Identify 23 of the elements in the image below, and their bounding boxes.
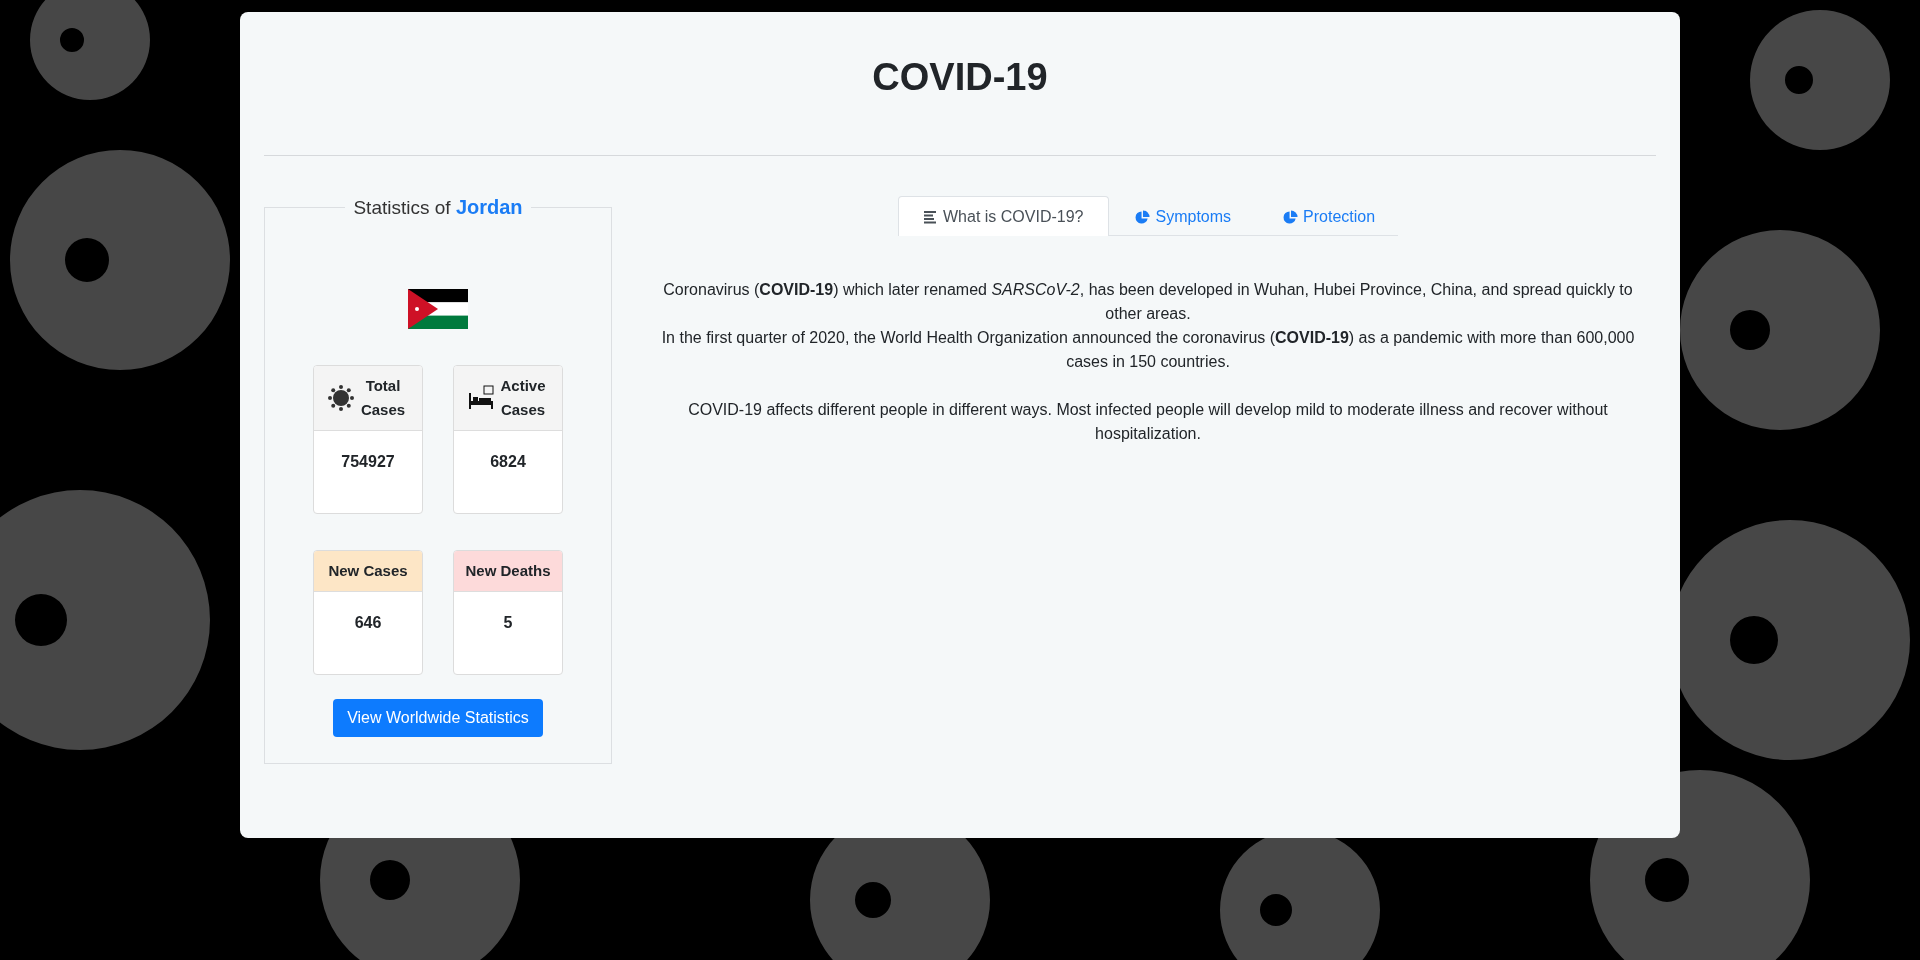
text-lines-icon [924, 210, 938, 224]
stat-label: Active Cases [499, 376, 547, 420]
tab[interactable]: Symptoms [1109, 196, 1258, 236]
pie-chart-icon [1283, 209, 1299, 225]
stat-label: New Deaths [465, 561, 551, 581]
stat-value: 754927 [340, 452, 396, 472]
page-title: COVID-19 [871, 55, 1049, 100]
tab[interactable]: What is COVID-19? [898, 196, 1110, 236]
tab[interactable]: Protection [1257, 196, 1402, 236]
panel-legend: Statistics of Jordan [353, 197, 523, 218]
paragraph: In the first quarter of 2020, the World Health Organization announced the coronavirus (COVID-19) as a pandemic with more than 600,000 cases in 150 countries. [660, 328, 1636, 372]
virus-icon [328, 385, 354, 411]
paragraph: COVID-19 affects different people in different ways. Most infected people will develop mild to moderate illness and recover without hospitalization. [687, 400, 1609, 444]
paragraph: Coronavirus (COVID-19) which later renamed SARSCoV-2, has been developed in Wuhan, Hubei Province, China, and spread quickly to other areas. [662, 280, 1634, 324]
stat-value: 646 [353, 613, 383, 633]
stat-label: Total Cases [359, 376, 407, 420]
stat-value: 5 [502, 613, 514, 633]
stat-value: 6824 [489, 452, 527, 472]
stat-label: New Cases [328, 561, 408, 581]
pie-chart-icon [1135, 209, 1151, 225]
worldwide-statistics-button[interactable]: View Worldwide Statistics [333, 699, 543, 737]
hospital-bed-icon [468, 385, 494, 411]
flag-icon [408, 289, 468, 329]
